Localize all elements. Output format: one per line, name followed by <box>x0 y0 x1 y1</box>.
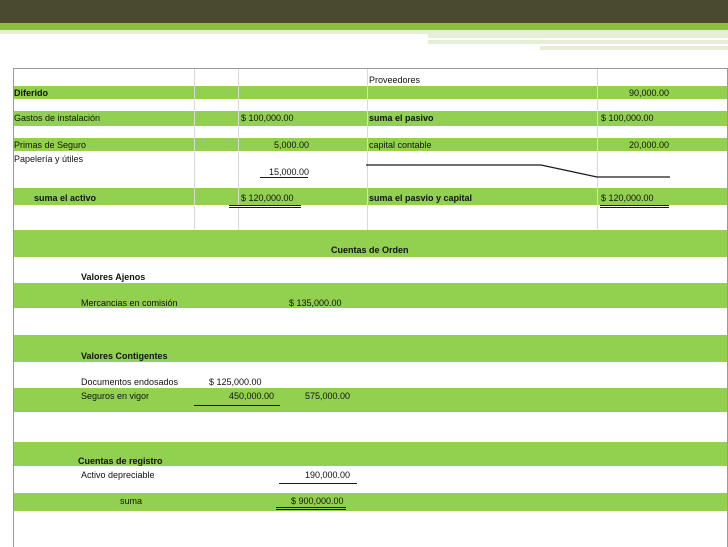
underline <box>194 405 280 406</box>
spreadsheet: Proveedores Diferido 90,000.00 Gastos de… <box>13 68 728 547</box>
contigentes-total: 575,000.00 <box>305 391 351 401</box>
cuentas-registro-heading: Cuentas de registro <box>78 456 163 466</box>
valores-contigentes-heading: Valores Contigentes <box>81 351 168 361</box>
header-accent-stripe <box>0 23 728 30</box>
suma-activo-label: suma el activo <box>34 193 97 203</box>
double-underline <box>229 205 301 208</box>
activo-dep-value: 190,000.00 <box>305 470 351 480</box>
activo-dep-label: Activo depreciable <box>81 470 155 480</box>
decor-stripe <box>540 46 728 50</box>
capital-slant-line <box>366 164 670 178</box>
decor-stripe <box>0 30 428 34</box>
header-bar <box>0 0 728 23</box>
decor-stripe <box>428 30 728 38</box>
mercancias-label: Mercancias en comisión <box>81 298 178 308</box>
seguros-value: 450,000.00 <box>229 391 275 401</box>
suma-value: $ 900,000.00 <box>291 496 344 506</box>
seguros-label: Seguros en vigor <box>81 391 150 401</box>
suma-pc-label: suma el pasvio y capital <box>369 193 473 203</box>
decor-stripe <box>428 40 728 44</box>
valores-ajenos-heading: Valores Ajenos <box>81 272 146 282</box>
suma-pc-value: $ 120,000.00 <box>601 193 654 203</box>
documentos-label: Documentos endosados <box>81 377 179 387</box>
double-underline <box>600 205 669 208</box>
documentos-value: $ 125,000.00 <box>209 377 262 387</box>
suma-activo-value: $ 120,000.00 <box>241 193 294 203</box>
cuentas-orden-title: Cuentas de Orden <box>331 245 409 255</box>
double-underline <box>276 507 346 510</box>
mercancias-value: $ 135,000.00 <box>289 298 342 308</box>
underline <box>279 483 357 484</box>
suma-label: suma <box>120 496 143 506</box>
